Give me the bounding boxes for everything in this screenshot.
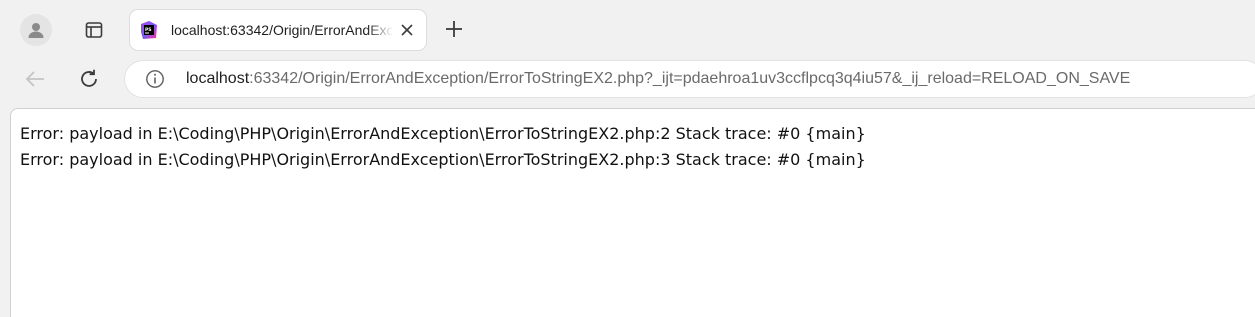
- page-output: Error: payload in E:\Coding\PHP\Origin\E…: [20, 121, 866, 173]
- toolbar: localhost:63342/Origin/ErrorAndException…: [0, 56, 1255, 102]
- tab-strip: PS localhost:63342/Origin/ErrorAndExcept…: [0, 0, 1255, 56]
- error-line-1: Error: payload in E:\Coding\PHP\Origin\E…: [20, 124, 866, 143]
- reload-button[interactable]: [72, 62, 106, 96]
- phpstorm-icon: PS: [141, 21, 157, 39]
- browser-window: PS localhost:63342/Origin/ErrorAndExcept…: [0, 0, 1255, 317]
- tab-title: localhost:63342/Origin/ErrorAndException…: [171, 22, 393, 38]
- url-path: :63342/Origin/ErrorAndException/ErrorToS…: [249, 70, 1131, 87]
- error-line-2: Error: payload in E:\Coding\PHP\Origin\E…: [20, 150, 866, 169]
- reload-icon: [81, 69, 97, 87]
- back-button[interactable]: [18, 62, 52, 96]
- site-info-button[interactable]: [145, 69, 165, 89]
- active-tab[interactable]: PS localhost:63342/Origin/ErrorAndExcept…: [130, 10, 426, 50]
- tab-actions-button[interactable]: [78, 14, 110, 46]
- profile-button[interactable]: [20, 14, 52, 46]
- close-icon: [401, 24, 413, 36]
- url-host: localhost: [186, 70, 250, 87]
- tab-actions-icon: [85, 22, 103, 38]
- new-tab-button[interactable]: [438, 13, 470, 45]
- plus-icon: [446, 21, 462, 37]
- back-arrow-icon: [25, 71, 44, 87]
- info-icon: [146, 70, 164, 88]
- url-text[interactable]: localhost:63342/Origin/ErrorAndException…: [186, 69, 1130, 89]
- tab-close-button[interactable]: [398, 21, 416, 39]
- address-bar[interactable]: localhost:63342/Origin/ErrorAndException…: [124, 60, 1255, 98]
- page-viewport: Error: payload in E:\Coding\PHP\Origin\E…: [10, 108, 1255, 317]
- person-icon: [28, 23, 44, 38]
- svg-text:PS: PS: [145, 27, 152, 33]
